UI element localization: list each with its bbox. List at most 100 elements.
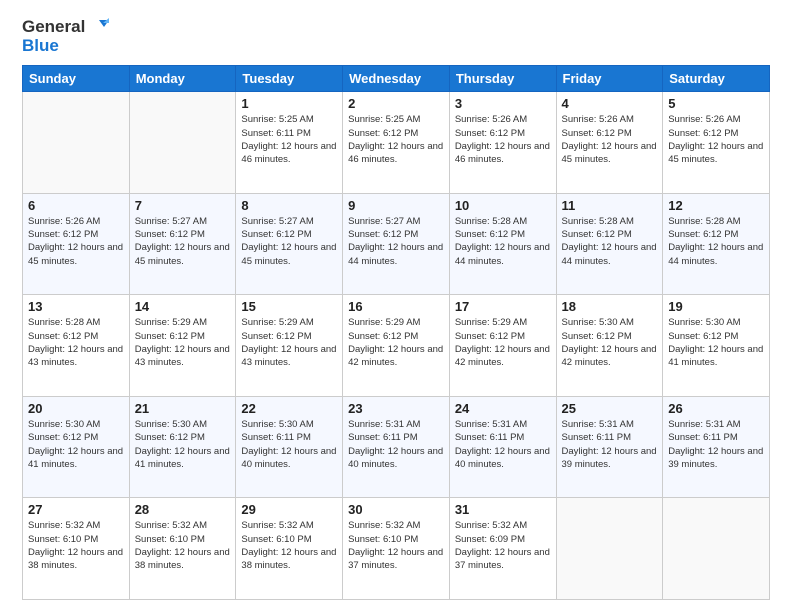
calendar-cell: 20 Sunrise: 5:30 AM Sunset: 6:12 PM Dayli… xyxy=(23,396,130,498)
day-number: 30 xyxy=(348,502,444,517)
day-number: 12 xyxy=(668,198,764,213)
day-info: Sunrise: 5:31 AM Sunset: 6:11 PM Dayligh… xyxy=(562,418,658,471)
calendar-cell: 28 Sunrise: 5:32 AM Sunset: 6:10 PM Dayli… xyxy=(129,498,236,600)
day-info: Sunrise: 5:25 AM Sunset: 6:12 PM Dayligh… xyxy=(348,113,444,166)
calendar-cell: 13 Sunrise: 5:28 AM Sunset: 6:12 PM Dayli… xyxy=(23,295,130,397)
day-number: 16 xyxy=(348,299,444,314)
day-number: 9 xyxy=(348,198,444,213)
day-info: Sunrise: 5:30 AM Sunset: 6:12 PM Dayligh… xyxy=(28,418,124,471)
calendar-cell xyxy=(23,92,130,194)
calendar-cell: 17Sunrise: 5:29 AM Sunset: 6:12 PM Dayli… xyxy=(449,295,556,397)
day-number: 22 xyxy=(241,401,337,416)
calendar-cell: 14 Sunrise: 5:29 AM Sunset: 6:12 PM Dayli… xyxy=(129,295,236,397)
day-info: Sunrise: 5:32 AM Sunset: 6:10 PM Dayligh… xyxy=(28,519,124,572)
day-info: Sunrise: 5:28 AM Sunset: 6:12 PM Dayligh… xyxy=(668,215,764,268)
day-info: Sunrise: 5:26 AM Sunset: 6:12 PM Dayligh… xyxy=(668,113,764,166)
day-info: Sunrise: 5:26 AM Sunset: 6:12 PM Dayligh… xyxy=(28,215,124,268)
day-number: 24 xyxy=(455,401,551,416)
calendar-week-2: 6 Sunrise: 5:26 AM Sunset: 6:12 PM Daylig… xyxy=(23,193,770,295)
calendar-cell: 8Sunrise: 5:27 AM Sunset: 6:12 PM Daylig… xyxy=(236,193,343,295)
calendar-week-3: 13 Sunrise: 5:28 AM Sunset: 6:12 PM Dayli… xyxy=(23,295,770,397)
day-info: Sunrise: 5:32 AM Sunset: 6:09 PM Dayligh… xyxy=(455,519,551,572)
day-info: Sunrise: 5:26 AM Sunset: 6:12 PM Dayligh… xyxy=(455,113,551,166)
logo-container: General Blue xyxy=(22,18,109,55)
day-info: Sunrise: 5:31 AM Sunset: 6:11 PM Dayligh… xyxy=(668,418,764,471)
day-info: Sunrise: 5:30 AM Sunset: 6:12 PM Dayligh… xyxy=(135,418,231,471)
day-number: 28 xyxy=(135,502,231,517)
day-info: Sunrise: 5:25 AM Sunset: 6:11 PM Dayligh… xyxy=(241,113,337,166)
day-number: 19 xyxy=(668,299,764,314)
day-number: 29 xyxy=(241,502,337,517)
col-header-saturday: Saturday xyxy=(663,66,770,92)
calendar-cell: 21 Sunrise: 5:30 AM Sunset: 6:12 PM Dayli… xyxy=(129,396,236,498)
day-info: Sunrise: 5:30 AM Sunset: 6:12 PM Dayligh… xyxy=(562,316,658,369)
day-info: Sunrise: 5:29 AM Sunset: 6:12 PM Dayligh… xyxy=(135,316,231,369)
calendar-cell xyxy=(129,92,236,194)
calendar-cell xyxy=(663,498,770,600)
day-number: 15 xyxy=(241,299,337,314)
calendar-cell: 12 Sunrise: 5:28 AM Sunset: 6:12 PM Dayli… xyxy=(663,193,770,295)
calendar-cell: 30Sunrise: 5:32 AM Sunset: 6:10 PM Dayli… xyxy=(343,498,450,600)
calendar-table: SundayMondayTuesdayWednesdayThursdayFrid… xyxy=(22,65,770,600)
day-number: 27 xyxy=(28,502,124,517)
calendar-cell: 23Sunrise: 5:31 AM Sunset: 6:11 PM Dayli… xyxy=(343,396,450,498)
calendar-cell: 22 Sunrise: 5:30 AM Sunset: 6:11 PM Dayli… xyxy=(236,396,343,498)
logo-text-blue: Blue xyxy=(22,37,59,56)
day-number: 31 xyxy=(455,502,551,517)
calendar-week-1: 1 Sunrise: 5:25 AM Sunset: 6:11 PM Daylig… xyxy=(23,92,770,194)
calendar-cell: 26 Sunrise: 5:31 AM Sunset: 6:11 PM Dayli… xyxy=(663,396,770,498)
day-info: Sunrise: 5:32 AM Sunset: 6:10 PM Dayligh… xyxy=(135,519,231,572)
day-number: 4 xyxy=(562,96,658,111)
calendar-cell: 4 Sunrise: 5:26 AM Sunset: 6:12 PM Daylig… xyxy=(556,92,663,194)
calendar-week-5: 27 Sunrise: 5:32 AM Sunset: 6:10 PM Dayli… xyxy=(23,498,770,600)
col-header-friday: Friday xyxy=(556,66,663,92)
header: General Blue xyxy=(22,18,770,55)
day-info: Sunrise: 5:28 AM Sunset: 6:12 PM Dayligh… xyxy=(455,215,551,268)
day-info: Sunrise: 5:27 AM Sunset: 6:12 PM Dayligh… xyxy=(135,215,231,268)
day-number: 11 xyxy=(562,198,658,213)
day-number: 10 xyxy=(455,198,551,213)
calendar-cell: 2 Sunrise: 5:25 AM Sunset: 6:12 PM Daylig… xyxy=(343,92,450,194)
page: General Blue SundayMondayTuesdayWednesda… xyxy=(0,0,792,612)
day-number: 20 xyxy=(28,401,124,416)
day-info: Sunrise: 5:30 AM Sunset: 6:12 PM Dayligh… xyxy=(668,316,764,369)
day-info: Sunrise: 5:26 AM Sunset: 6:12 PM Dayligh… xyxy=(562,113,658,166)
day-number: 7 xyxy=(135,198,231,213)
day-number: 26 xyxy=(668,401,764,416)
calendar-cell: 31 Sunrise: 5:32 AM Sunset: 6:09 PM Dayli… xyxy=(449,498,556,600)
calendar-cell: 7 Sunrise: 5:27 AM Sunset: 6:12 PM Daylig… xyxy=(129,193,236,295)
day-info: Sunrise: 5:29 AM Sunset: 6:12 PM Dayligh… xyxy=(455,316,551,369)
calendar-cell: 24 Sunrise: 5:31 AM Sunset: 6:11 PM Dayli… xyxy=(449,396,556,498)
calendar-week-4: 20 Sunrise: 5:30 AM Sunset: 6:12 PM Dayli… xyxy=(23,396,770,498)
day-info: Sunrise: 5:29 AM Sunset: 6:12 PM Dayligh… xyxy=(241,316,337,369)
logo-bird-icon xyxy=(87,18,109,36)
calendar-cell: 10 Sunrise: 5:28 AM Sunset: 6:12 PM Dayli… xyxy=(449,193,556,295)
day-number: 13 xyxy=(28,299,124,314)
day-info: Sunrise: 5:30 AM Sunset: 6:11 PM Dayligh… xyxy=(241,418,337,471)
calendar-cell: 25 Sunrise: 5:31 AM Sunset: 6:11 PM Dayli… xyxy=(556,396,663,498)
day-info: Sunrise: 5:28 AM Sunset: 6:12 PM Dayligh… xyxy=(28,316,124,369)
calendar-cell: 5 Sunrise: 5:26 AM Sunset: 6:12 PM Daylig… xyxy=(663,92,770,194)
day-number: 14 xyxy=(135,299,231,314)
col-header-sunday: Sunday xyxy=(23,66,130,92)
calendar-cell: 18Sunrise: 5:30 AM Sunset: 6:12 PM Dayli… xyxy=(556,295,663,397)
day-info: Sunrise: 5:31 AM Sunset: 6:11 PM Dayligh… xyxy=(348,418,444,471)
day-info: Sunrise: 5:32 AM Sunset: 6:10 PM Dayligh… xyxy=(241,519,337,572)
col-header-thursday: Thursday xyxy=(449,66,556,92)
day-number: 2 xyxy=(348,96,444,111)
day-number: 21 xyxy=(135,401,231,416)
day-number: 25 xyxy=(562,401,658,416)
calendar-cell: 16Sunrise: 5:29 AM Sunset: 6:12 PM Dayli… xyxy=(343,295,450,397)
calendar-cell: 1 Sunrise: 5:25 AM Sunset: 6:11 PM Daylig… xyxy=(236,92,343,194)
calendar-header-row: SundayMondayTuesdayWednesdayThursdayFrid… xyxy=(23,66,770,92)
day-number: 3 xyxy=(455,96,551,111)
col-header-wednesday: Wednesday xyxy=(343,66,450,92)
calendar-cell: 15 Sunrise: 5:29 AM Sunset: 6:12 PM Dayli… xyxy=(236,295,343,397)
day-number: 5 xyxy=(668,96,764,111)
calendar-cell xyxy=(556,498,663,600)
calendar-cell: 19 Sunrise: 5:30 AM Sunset: 6:12 PM Dayli… xyxy=(663,295,770,397)
day-number: 1 xyxy=(241,96,337,111)
day-number: 6 xyxy=(28,198,124,213)
day-number: 8 xyxy=(241,198,337,213)
day-info: Sunrise: 5:31 AM Sunset: 6:11 PM Dayligh… xyxy=(455,418,551,471)
